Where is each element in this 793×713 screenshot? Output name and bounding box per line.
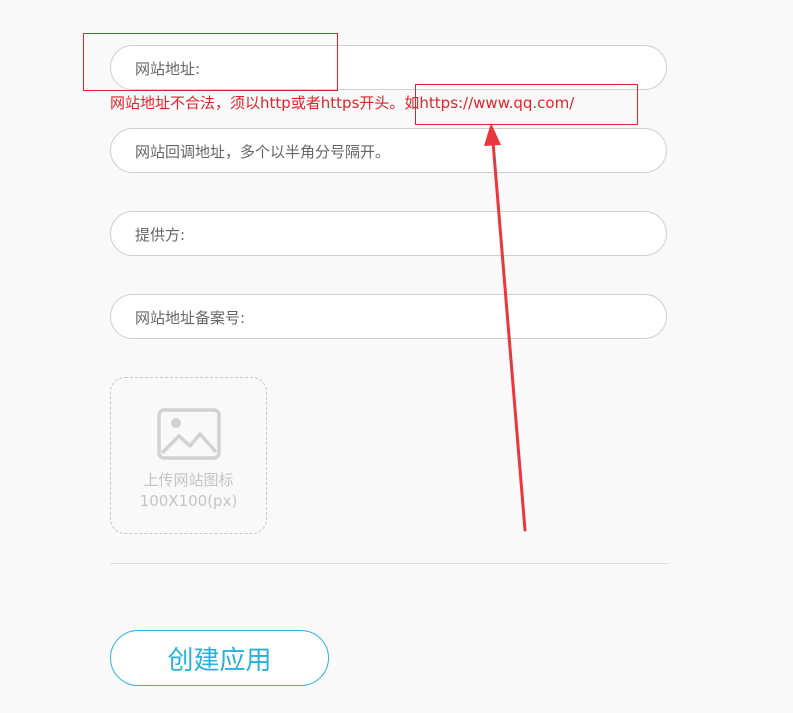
icp-number-input[interactable] [133,295,637,340]
upload-icon-dropzone[interactable]: 上传网站图标 100X100(px) [110,377,267,534]
create-app-button[interactable]: 创建应用 [110,630,329,686]
callback-url-field[interactable] [110,128,667,174]
callback-url-input[interactable] [133,129,637,174]
divider [110,563,669,564]
image-icon [157,408,221,460]
annotation-box-example-url [415,84,638,125]
upload-size-hint: 100X100(px) [139,492,238,510]
annotation-box-url-field [83,33,338,91]
icp-number-field[interactable] [110,294,667,340]
provider-field[interactable] [110,211,667,257]
upload-label: 上传网站图标 [143,471,234,489]
provider-input[interactable] [133,212,637,257]
